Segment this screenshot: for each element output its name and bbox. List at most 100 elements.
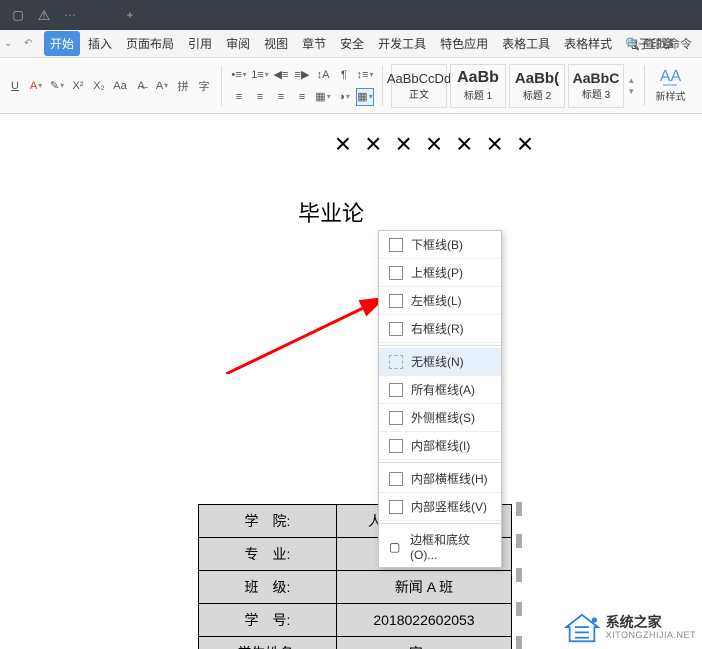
undo-button[interactable]: ↶ xyxy=(24,38,42,49)
menu-item-label: 无框线(N) xyxy=(411,353,464,370)
border-icon xyxy=(389,500,403,514)
new-style-button[interactable]: A͟A 新样式 xyxy=(653,68,689,103)
tab-view[interactable]: 视图 xyxy=(258,31,294,56)
annotation-arrow xyxy=(226,294,396,374)
sort-button[interactable]: ↕A xyxy=(314,66,332,84)
number-list-button[interactable]: 1≡ xyxy=(251,66,269,84)
borders-dropdown-menu: 下框线(B) 上框线(P) 左框线(L) 右框线(R) 无框线(N) 所有框线(… xyxy=(378,230,502,568)
border-icon xyxy=(389,383,403,397)
border-icon xyxy=(389,411,403,425)
site-watermark: 系统之家 XITONGZHIJIA.NET xyxy=(564,613,696,643)
ribbon-collapse-toggle[interactable]: ⌄ xyxy=(4,38,22,49)
align-justify-button[interactable]: ≡ xyxy=(293,88,311,106)
tab-pagelayout[interactable]: 页面布局 xyxy=(120,31,180,56)
warning-icon[interactable]: ⚠ xyxy=(34,5,54,25)
x-placeholder-row: ××××××× xyxy=(180,128,702,160)
menu-inside-h-border[interactable]: 内部横框线(H) xyxy=(379,465,501,493)
selection-handle[interactable] xyxy=(516,534,522,548)
border-icon xyxy=(389,266,403,280)
search-commands[interactable]: 🔍 查找命令 xyxy=(625,35,692,52)
ribbon-separator-2 xyxy=(382,66,383,106)
style-heading3[interactable]: AaBbC 标题 3 xyxy=(568,64,624,108)
house-icon xyxy=(564,613,600,643)
menu-separator xyxy=(379,523,501,524)
menu-all-borders[interactable]: 所有框线(A) xyxy=(379,376,501,404)
tab-references[interactable]: 引用 xyxy=(182,31,218,56)
search-label: 查找命令 xyxy=(644,35,692,52)
tab-review[interactable]: 审阅 xyxy=(220,31,256,56)
align-left-button[interactable]: ≡ xyxy=(230,88,248,106)
search-icon: 🔍 xyxy=(625,37,640,51)
thesis-subtitle-partial: 毕业论 xyxy=(0,196,702,228)
tab-special[interactable]: 特色应用 xyxy=(434,31,494,56)
watermark-en: XITONGZHIJIA.NET xyxy=(606,631,696,641)
style-label: 标题 2 xyxy=(523,87,551,102)
dialog-icon: ▢ xyxy=(389,540,402,554)
titlebar-overflow-icon[interactable]: ⋯ xyxy=(60,5,80,25)
menu-borders-shading[interactable]: ▢ 边框和底纹(O)... xyxy=(379,526,501,567)
tab-insert[interactable]: 插入 xyxy=(82,31,118,56)
shading-button[interactable]: ◑ xyxy=(335,88,353,106)
enclose-char-button[interactable]: 字 xyxy=(195,77,213,95)
style-gallery: AaBbCcDd 正文 AaBb 标题 1 AaBb( 标题 2 AaBbC 标… xyxy=(391,64,636,108)
menu-no-border[interactable]: 无框线(N) xyxy=(379,348,501,376)
watermark-cn: 系统之家 xyxy=(606,615,696,630)
menu-item-label: 内部框线(I) xyxy=(411,437,470,454)
increase-indent-button[interactable]: ≡▶ xyxy=(293,66,311,84)
subscript-button[interactable]: X₂ xyxy=(90,77,108,95)
menu-bar: ⌄ ↶ 开始 插入 页面布局 引用 审阅 视图 章节 安全 开发工具 特色应用 … xyxy=(0,30,702,58)
tab-tabletools[interactable]: 表格工具 xyxy=(496,31,556,56)
tab-chapter[interactable]: 章节 xyxy=(296,31,332,56)
font-color-button[interactable]: A xyxy=(27,77,45,95)
menu-bottom-border[interactable]: 下框线(B) xyxy=(379,231,501,259)
tab-security[interactable]: 安全 xyxy=(334,31,370,56)
align-center-button[interactable]: ≡ xyxy=(251,88,269,106)
ribbon-separator xyxy=(221,66,222,106)
menu-item-label: 右框线(R) xyxy=(411,320,464,337)
style-preview: AaBb( xyxy=(515,70,559,87)
char-border-button[interactable]: A xyxy=(153,77,171,95)
menu-left-border[interactable]: 左框线(L) xyxy=(379,287,501,315)
clear-format-button[interactable]: A̶ xyxy=(132,77,150,95)
style-heading2[interactable]: AaBb( 标题 2 xyxy=(509,64,565,108)
line-spacing-button[interactable]: ↕≡ xyxy=(356,66,374,84)
underline-button[interactable]: U xyxy=(6,77,24,95)
new-tab-button[interactable]: + xyxy=(116,3,144,27)
menu-top-border[interactable]: 上框线(P) xyxy=(379,259,501,287)
page-content: ××××××× 毕业论 xyxy=(0,114,702,228)
selection-handle[interactable] xyxy=(516,568,522,582)
menu-item-label: 所有框线(A) xyxy=(411,381,475,398)
highlight-button[interactable]: ✎ xyxy=(48,77,66,95)
border-icon xyxy=(389,472,403,486)
bullet-list-button[interactable]: •≡ xyxy=(230,66,248,84)
menu-inside-v-border[interactable]: 内部竖框线(V) xyxy=(379,493,501,521)
show-marks-button[interactable]: ¶ xyxy=(335,66,353,84)
distribute-button[interactable]: ▦ xyxy=(314,88,332,106)
menu-item-label: 边框和底纹(O)... xyxy=(410,531,491,562)
menu-right-border[interactable]: 右框线(R) xyxy=(379,315,501,343)
selection-handle[interactable] xyxy=(516,636,522,649)
align-right-button[interactable]: ≡ xyxy=(272,88,290,106)
style-normal[interactable]: AaBbCcDd 正文 xyxy=(391,64,447,108)
superscript-button[interactable]: X² xyxy=(69,77,87,95)
menu-item-label: 下框线(B) xyxy=(411,236,463,253)
border-icon xyxy=(389,439,403,453)
menu-outside-border[interactable]: 外侧框线(S) xyxy=(379,404,501,432)
decrease-indent-button[interactable]: ◀≡ xyxy=(272,66,290,84)
style-scroll[interactable]: ▴▾ xyxy=(627,73,636,99)
style-heading1[interactable]: AaBb 标题 1 xyxy=(450,64,506,108)
selection-handle[interactable] xyxy=(516,502,522,516)
tab-tablestyles[interactable]: 表格样式 xyxy=(558,31,618,56)
menu-item-label: 外侧框线(S) xyxy=(411,409,475,426)
style-preview: AaBb xyxy=(457,69,499,87)
tab-developer[interactable]: 开发工具 xyxy=(372,31,432,56)
menu-inside-border[interactable]: 内部框线(I) xyxy=(379,432,501,460)
borders-button[interactable]: ▦ xyxy=(356,88,374,106)
tab-start[interactable]: 开始 xyxy=(44,31,80,56)
change-case-button[interactable]: Aa xyxy=(111,77,129,95)
border-icon xyxy=(389,294,403,308)
selection-handle[interactable] xyxy=(516,602,522,616)
menu-separator xyxy=(379,462,501,463)
window-titlebar: ▢ ⚠ ⋯ + xyxy=(0,0,702,30)
phonetic-button[interactable]: 拼 xyxy=(174,77,192,95)
